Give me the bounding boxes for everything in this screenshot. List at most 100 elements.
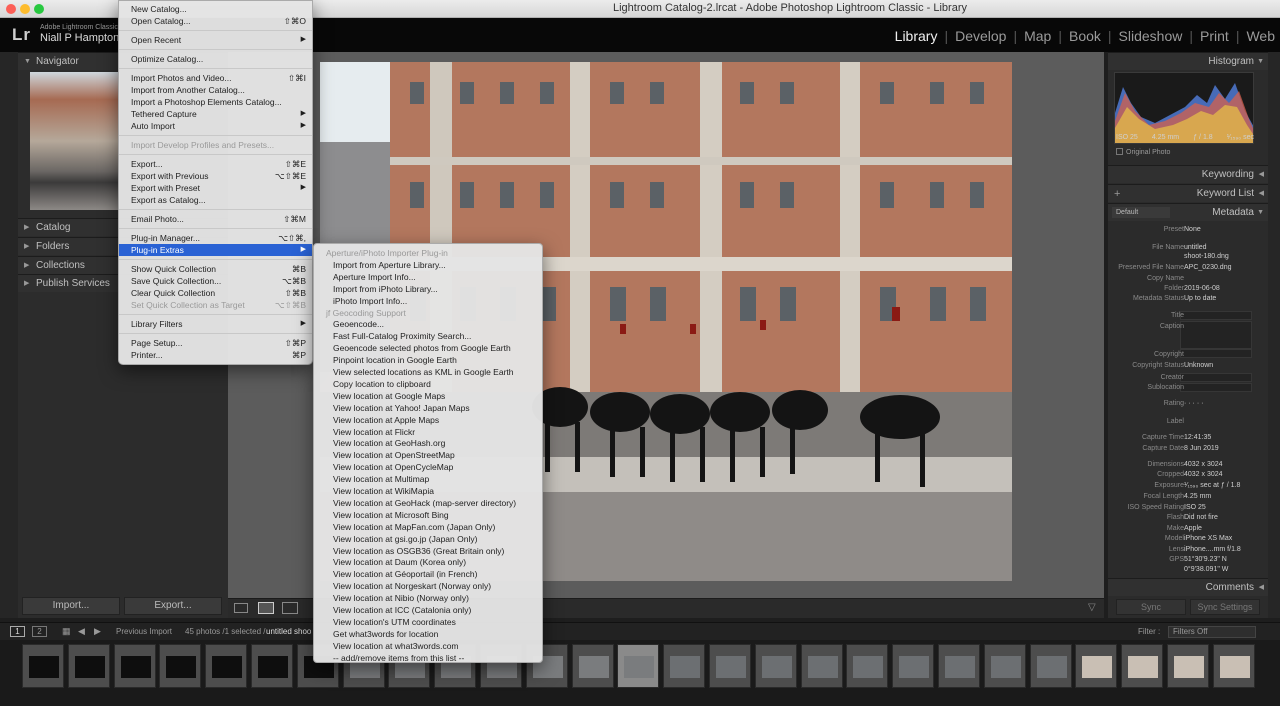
filmstrip-thumbnail[interactable] <box>205 644 248 688</box>
close-window-button[interactable] <box>6 4 16 14</box>
menu-item-clear-quick-collection[interactable]: Clear Quick Collection ⇧⌘B <box>119 287 312 299</box>
submenu-item-get-what3words-for-location[interactable]: Get what3words for location <box>314 628 542 640</box>
menu-item-plug-in-extras[interactable]: Plug-in Extras ▶ <box>119 244 312 256</box>
menu-item-library-filters[interactable]: Library Filters ▶ <box>119 318 312 330</box>
export-button[interactable]: Export... <box>124 597 222 615</box>
menu-item-show-quick-collection[interactable]: Show Quick Collection ⌘B <box>119 263 312 275</box>
submenu-item-view-location-at-google-maps[interactable]: View location at Google Maps <box>314 390 542 402</box>
submenu-item-view-location-at-wikimapia[interactable]: View location at WikiMapia <box>314 485 542 497</box>
import-button[interactable]: Import... <box>22 597 120 615</box>
filmstrip-thumbnail[interactable] <box>113 644 156 688</box>
submenu-item-view-location-at-openstreetmap[interactable]: View location at OpenStreetMap <box>314 449 542 461</box>
module-slideshow[interactable]: Slideshow <box>1114 28 1188 48</box>
forward-arrow-icon[interactable]: ▶ <box>94 626 101 637</box>
submenu-item-view-location-at-daum-korea-only[interactable]: View location at Daum (Korea only) <box>314 556 542 568</box>
zoom-window-button[interactable] <box>34 4 44 14</box>
histogram-panel-header[interactable]: Histogram ▼ <box>1108 52 1268 70</box>
secondary-window-button[interactable]: 2 <box>32 626 47 637</box>
submenu-item-view-location-at-icc-catalonia-only[interactable]: View location at ICC (Catalonia only) <box>314 604 542 616</box>
menu-item-export-with-previous[interactable]: Export with Previous ⌥⇧⌘E <box>119 170 312 182</box>
menu-item-tethered-capture[interactable]: Tethered Capture ▶ <box>119 108 312 120</box>
submenu-item-pinpoint-location-in-google-earth[interactable]: Pinpoint location in Google Earth <box>314 354 542 366</box>
filmstrip-thumbnail[interactable] <box>617 644 660 688</box>
menu-item-export[interactable]: Export... ⇧⌘E <box>119 158 312 170</box>
back-arrow-icon[interactable]: ◀ <box>78 626 85 637</box>
submenu-item-view-location-at-geohack-map-server-dire[interactable]: View location at GeoHack (map-server dir… <box>314 497 542 509</box>
filmstrip-thumbnail[interactable] <box>846 644 889 688</box>
metadata-panel-header[interactable]: Default Metadata ▼ <box>1108 203 1268 221</box>
menu-item-email-photo[interactable]: Email Photo... ⇧⌘M <box>119 213 312 225</box>
submenu-item-view-location-at-nibio-norway-only[interactable]: View location at Nibio (Norway only) <box>314 592 542 604</box>
submenu-item-import-from-iphoto-library[interactable]: Import from iPhoto Library... <box>314 283 542 295</box>
filmstrip-thumbnail[interactable] <box>22 644 64 688</box>
submenu-item-view-location-at-what3words-com[interactable]: View location at what3words.com <box>314 640 542 652</box>
menu-item-export-as-catalog[interactable]: Export as Catalog... <box>119 194 312 206</box>
menu-item-optimize-catalog[interactable]: Optimize Catalog... <box>119 53 312 65</box>
filmstrip-thumbnail[interactable] <box>67 644 110 688</box>
module-develop[interactable]: Develop <box>950 28 1011 48</box>
menu-item-import-photos-and-video[interactable]: Import Photos and Video... ⇧⌘I <box>119 72 312 84</box>
filmstrip-thumbnail[interactable] <box>892 644 935 688</box>
grid-view-icon[interactable] <box>234 603 248 613</box>
filmstrip-source[interactable]: Previous Import <box>116 627 172 636</box>
metadata-preset-select[interactable]: Default <box>1112 207 1170 218</box>
comments-panel-header[interactable]: Comments ◀ <box>1108 578 1268 596</box>
submenu-item-fast-full-catalog-proximity-search[interactable]: Fast Full-Catalog Proximity Search... <box>314 330 542 342</box>
submenu-item-view-selected-locations-as-kml-in-google[interactable]: View selected locations as KML in Google… <box>314 366 542 378</box>
module-book[interactable]: Book <box>1064 28 1106 48</box>
module-print[interactable]: Print <box>1195 28 1234 48</box>
menu-item-printer[interactable]: Printer... ⌘P <box>119 349 312 361</box>
submenu-item-copy-location-to-clipboard[interactable]: Copy location to clipboard <box>314 378 542 390</box>
submenu-item-view-location-at-g-oportail-in-french[interactable]: View location at Géoportail (in French) <box>314 568 542 580</box>
filmstrip-thumbnail[interactable] <box>251 644 293 688</box>
filmstrip-thumbnail[interactable] <box>1029 644 1072 688</box>
filmstrip-thumbnail[interactable] <box>663 644 706 688</box>
filmstrip-thumbnail[interactable] <box>571 644 614 688</box>
filmstrip-thumbnail[interactable] <box>159 644 202 688</box>
module-web[interactable]: Web <box>1241 28 1280 48</box>
submenu-item-geoencode-selected-photos-from-google-ea[interactable]: Geoencode selected photos from Google Ea… <box>314 342 542 354</box>
submenu-item-view-location-at-norgeskart-norway-only[interactable]: View location at Norgeskart (Norway only… <box>314 580 542 592</box>
module-library[interactable]: Library <box>890 28 943 48</box>
filmstrip-thumbnail[interactable] <box>983 644 1026 688</box>
submenu-item-view-location-at-apple-maps[interactable]: View location at Apple Maps <box>314 414 542 426</box>
filmstrip-thumbnail[interactable] <box>1167 644 1209 688</box>
module-map[interactable]: Map <box>1019 28 1056 48</box>
primary-window-button[interactable]: 1 <box>10 626 25 637</box>
minimize-window-button[interactable] <box>20 4 30 14</box>
submenu-item-iphoto-import-info[interactable]: iPhoto Import Info... <box>314 295 542 307</box>
submenu-item-view-location-at-opencyclemap[interactable]: View location at OpenCycleMap <box>314 461 542 473</box>
menu-item-save-quick-collection[interactable]: Save Quick Collection... ⌥⌘B <box>119 275 312 287</box>
menu-item-import-from-another-catalog[interactable]: Import from Another Catalog... <box>119 84 312 96</box>
submenu-item-view-location-s-utm-coordinates[interactable]: View location's UTM coordinates <box>314 616 542 628</box>
submenu-item-view-location-at-flickr[interactable]: View location at Flickr <box>314 426 542 438</box>
loupe-view-icon[interactable] <box>258 602 274 614</box>
submenu-item-geoencode[interactable]: Geoencode... <box>314 318 542 330</box>
add-keyword-icon[interactable]: + <box>1114 185 1120 203</box>
submenu-item-view-location-at-gsi-go-jp-japan-only[interactable]: View location at gsi.go.jp (Japan Only) <box>314 533 542 545</box>
original-photo-checkbox[interactable]: Original Photo <box>1116 148 1170 156</box>
filmstrip-thumbnail[interactable] <box>1212 644 1255 688</box>
submenu-item-aperture-import-info[interactable]: Aperture Import Info... <box>314 271 542 283</box>
left-panel-toggle[interactable] <box>0 52 18 618</box>
navigator-preview[interactable] <box>30 72 120 210</box>
compare-view-icon[interactable] <box>282 602 298 614</box>
menu-item-import-a-photoshop-elements-catalog[interactable]: Import a Photoshop Elements Catalog... <box>119 96 312 108</box>
keyword-list-panel-header[interactable]: + Keyword List ◀ <box>1108 184 1268 202</box>
menu-item-open-recent[interactable]: Open Recent ▶ <box>119 34 312 46</box>
right-panel-toggle[interactable] <box>1268 52 1280 618</box>
filmstrip-thumbnail[interactable] <box>1121 644 1164 688</box>
menu-item-page-setup[interactable]: Page Setup... ⇧⌘P <box>119 337 312 349</box>
menu-item-new-catalog[interactable]: New Catalog... <box>119 3 312 15</box>
filmstrip-thumbnail[interactable] <box>709 644 751 688</box>
grid-icon[interactable]: ▦ <box>62 626 71 637</box>
submenu-item-view-location-at-yahoo-japan-maps[interactable]: View location at Yahoo! Japan Maps <box>314 402 542 414</box>
submenu-item-view-location-at-multimap[interactable]: View location at Multimap <box>314 473 542 485</box>
sync-settings-button[interactable]: Sync Settings <box>1190 599 1260 615</box>
menu-item-open-catalog[interactable]: Open Catalog... ⇧⌘O <box>119 15 312 27</box>
filmstrip-thumbnail[interactable] <box>938 644 980 688</box>
submenu-item-view-location-at-geohash-org[interactable]: View location at GeoHash.org <box>314 437 542 449</box>
filter-select[interactable]: Filters Off <box>1168 626 1256 638</box>
submenu-item-import-from-aperture-library[interactable]: Import from Aperture Library... <box>314 259 542 271</box>
submenu-item-view-location-at-mapfan-com-japan-only[interactable]: View location at MapFan.com (Japan Only) <box>314 521 542 533</box>
